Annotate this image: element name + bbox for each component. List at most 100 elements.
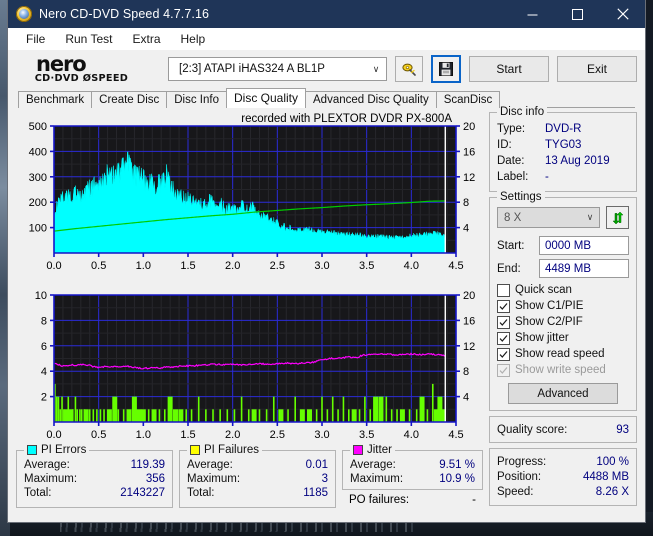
advanced-button[interactable]: Advanced — [508, 383, 618, 404]
graphs-column: 0.0 0.5 1.0 1.5 2.0 2.5 3.0 3.5 4.0 4.5 100 200 300 4… — [16, 112, 483, 516]
menu-extra[interactable]: Extra — [122, 30, 170, 48]
drive-select-value: [2:3] ATAPI iHAS324 A BL1P — [179, 63, 325, 75]
svg-text:300: 300 — [29, 172, 47, 184]
speed-select[interactable]: 8 X ∨ — [497, 207, 600, 228]
svg-text:4: 4 — [463, 392, 469, 404]
start-row: Start: 0000 MB — [497, 236, 629, 255]
window-controls — [510, 0, 645, 28]
table-row: Average: 119.39 — [24, 458, 165, 472]
svg-text:4.5: 4.5 — [448, 260, 463, 272]
jitter-maximum-value: 10.9 % — [439, 473, 475, 485]
disc-info-title: Disc info — [497, 106, 548, 118]
exit-button[interactable]: Exit — [557, 56, 637, 82]
tab-disc-info[interactable]: Disc Info — [166, 91, 227, 108]
window-title: Nero CD-DVD Speed 4.7.7.16 — [39, 7, 210, 21]
tab-scandisc[interactable]: ScanDisc — [435, 91, 501, 108]
minimize-button[interactable] — [510, 0, 555, 28]
pif-jitter-graph: 0.0 0.5 1.0 1.5 2.0 2.5 3.0 3.5 4.0 4.5 2 4 6 8 10 4 8 12… — [16, 281, 483, 446]
disc-label-label: Label: — [497, 171, 529, 183]
tab-bar: Benchmark Create Disc Disc Info Disc Qua… — [8, 88, 645, 108]
svg-text:2.5: 2.5 — [270, 429, 285, 441]
floppy-save-icon — [439, 62, 453, 76]
table-row: Total: 1185 — [187, 486, 328, 500]
checkbox-show-jitter[interactable]: Show jitter — [497, 330, 629, 346]
pi-errors-title: PI Errors — [41, 444, 87, 456]
svg-text:200: 200 — [29, 197, 47, 209]
close-button[interactable] — [600, 0, 645, 28]
svg-text:8: 8 — [463, 366, 469, 378]
svg-text:8: 8 — [463, 197, 469, 209]
checkbox-show-c1-pie[interactable]: Show C1/PIE — [497, 298, 629, 314]
pi-failures-maximum-label: Maximum: — [187, 473, 241, 485]
scan-disc-button[interactable] — [395, 56, 423, 82]
checkbox-box — [497, 315, 510, 329]
check-icon — [499, 334, 508, 342]
checkbox-label: Show C1/PIE — [515, 300, 584, 312]
disc-info-group: Disc info Type: DVD-R ID: TYG03 Date: 13… — [489, 106, 637, 192]
quality-score-value: 93 — [616, 424, 629, 436]
side-panel: Disc info Type: DVD-R ID: TYG03 Date: 13… — [489, 106, 637, 516]
checkbox-label: Quick scan — [515, 284, 572, 296]
start-button[interactable]: Start — [469, 56, 549, 82]
tab-create-disc[interactable]: Create Disc — [91, 91, 168, 108]
svg-text:4: 4 — [41, 366, 47, 378]
save-button[interactable] — [431, 55, 461, 83]
svg-text:12: 12 — [463, 341, 475, 353]
menu-help[interactable]: Help — [171, 30, 216, 48]
quality-score-group: Quality score: 93 — [489, 416, 637, 443]
disc-type-label: Type: — [497, 123, 526, 135]
pi-failures-total-label: Total: — [187, 487, 215, 499]
progress-value: 100 % — [596, 456, 629, 468]
checkbox-label: Show jitter — [515, 332, 569, 344]
table-row: Date: 13 Aug 2019 — [497, 153, 629, 169]
checkbox-quick-scan[interactable]: Quick scan — [497, 282, 629, 298]
disc-id-label: ID: — [497, 139, 512, 151]
menu-file[interactable]: File — [16, 30, 55, 48]
chevron-down-icon: ∨ — [372, 63, 380, 74]
svg-text:recorded with PLEXTOR DVDR: recorded with PLEXTOR DVDR PX-800A — [241, 113, 452, 125]
svg-text:2.5: 2.5 — [270, 260, 285, 272]
checkbox-show-read-speed[interactable]: Show read speed — [497, 346, 629, 362]
disc-label-value: - — [545, 171, 549, 183]
pi-errors-stats: PI Errors Average: 119.39 Maximum: 356 T… — [16, 444, 173, 508]
svg-text:3.0: 3.0 — [314, 260, 329, 272]
tab-disc-quality[interactable]: Disc Quality — [226, 88, 307, 108]
menu-run-test[interactable]: Run Test — [55, 30, 122, 48]
nero-logo: nero CD·DVD ØSPEED — [16, 54, 160, 84]
end-input[interactable]: 4489 MB — [539, 259, 629, 278]
disc-date-value: 13 Aug 2019 — [545, 155, 610, 167]
end-row: End: 4489 MB — [497, 259, 629, 278]
svg-text:100: 100 — [29, 223, 47, 235]
svg-text:1.0: 1.0 — [136, 429, 151, 441]
table-row: Average: 0.01 — [187, 458, 328, 472]
pi-failures-title: PI Failures — [204, 444, 259, 456]
refresh-button[interactable] — [606, 206, 629, 229]
stats-row: PI Errors Average: 119.39 Maximum: 356 T… — [16, 444, 483, 508]
checkbox-label: Show read speed — [515, 348, 605, 360]
svg-text:3.5: 3.5 — [359, 429, 374, 441]
svg-text:3.5: 3.5 — [359, 260, 374, 272]
pi-errors-average-label: Average: — [24, 459, 70, 471]
check-icon — [499, 302, 508, 310]
maximize-button[interactable] — [555, 0, 600, 28]
svg-text:0.5: 0.5 — [91, 429, 106, 441]
pi-errors-legend: PI Errors — [24, 444, 90, 456]
checkbox-show-write-speed: Show write speed — [497, 362, 629, 378]
tab-benchmark[interactable]: Benchmark — [18, 91, 93, 108]
drive-select[interactable]: [2:3] ATAPI iHAS324 A BL1P ∨ — [168, 57, 387, 81]
speed-row: 8 X ∨ — [497, 206, 629, 229]
position-label: Position: — [497, 471, 542, 483]
table-row: Maximum: 3 — [187, 472, 328, 486]
refresh-arrows-icon — [611, 211, 624, 224]
title-bar: Nero CD-DVD Speed 4.7.7.16 — [8, 0, 645, 28]
pi-failures-stats: PI Failures Average: 0.01 Maximum: 3 Tot… — [179, 444, 336, 508]
svg-text:500: 500 — [29, 121, 47, 133]
po-failures-value: - — [472, 494, 476, 506]
checkbox-show-c2-pif[interactable]: Show C2/PIF — [497, 314, 629, 330]
svg-text:2: 2 — [41, 392, 47, 404]
start-input[interactable]: 0000 MB — [539, 236, 629, 255]
svg-text:8: 8 — [41, 315, 47, 327]
tab-advanced-disc-quality[interactable]: Advanced Disc Quality — [305, 91, 437, 108]
jitter-title: Jitter — [367, 444, 392, 456]
svg-text:0.0: 0.0 — [46, 429, 61, 441]
